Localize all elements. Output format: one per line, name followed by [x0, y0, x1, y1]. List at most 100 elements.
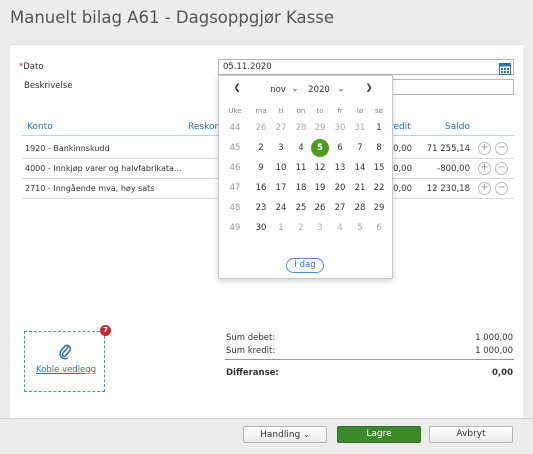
- calendar-day[interactable]: 6: [370, 223, 388, 233]
- week-number: 46: [229, 163, 241, 173]
- difference-label: Differanse:: [226, 368, 279, 378]
- row-2-saldo: -800,00: [437, 164, 470, 174]
- week-number: 45: [229, 143, 241, 153]
- calendar-day[interactable]: 20: [331, 183, 349, 193]
- calendar-day[interactable]: 28: [292, 123, 310, 133]
- row-3-saldo: 12 230,18: [426, 184, 470, 194]
- cancel-button[interactable]: Avbryt: [429, 426, 513, 443]
- sum-kredit-value: 1 000,00: [475, 346, 513, 356]
- calendar-day[interactable]: 23: [252, 203, 270, 213]
- add-row-icon[interactable]: +: [478, 162, 491, 175]
- calendar-day[interactable]: 3: [311, 223, 329, 233]
- column-header-saldo[interactable]: Saldo: [445, 122, 470, 132]
- row-1-saldo: 71 255,14: [426, 144, 470, 154]
- calendar-icon[interactable]: [499, 60, 511, 75]
- calendar-day[interactable]: 2: [292, 223, 310, 233]
- week-number: 47: [229, 183, 241, 193]
- weekday-header: sø: [375, 107, 383, 115]
- week-number: 48: [229, 203, 241, 213]
- action-dropdown-button[interactable]: Handling ⌄: [243, 426, 327, 443]
- calendar-day[interactable]: 22: [370, 183, 388, 193]
- column-header-reskontro[interactable]: Reskon: [188, 122, 220, 132]
- row-2-konto[interactable]: 4000 - Innkjøp varer og halvfabrikata...: [25, 164, 182, 173]
- calendar-day[interactable]: 15: [370, 163, 388, 173]
- sum-kredit-label: Sum kredit:: [226, 346, 276, 356]
- calendar-day[interactable]: 2: [252, 143, 270, 153]
- sum-debet-value: 1 000,00: [475, 333, 513, 343]
- remove-row-icon[interactable]: −: [495, 142, 508, 155]
- calendar-day[interactable]: 10: [272, 163, 290, 173]
- today-button[interactable]: I dag: [286, 258, 324, 273]
- calendar-day[interactable]: 26: [252, 123, 270, 133]
- calendar-day[interactable]: 19: [311, 183, 329, 193]
- calendar-day[interactable]: 4: [292, 143, 310, 153]
- calendar-day[interactable]: 1: [370, 123, 388, 133]
- summary-divider: [225, 359, 514, 360]
- month-select[interactable]: nov: [267, 85, 289, 95]
- calendar-day[interactable]: 26: [311, 203, 329, 213]
- calendar-day[interactable]: 1: [272, 223, 290, 233]
- next-month-icon[interactable]: ❯: [363, 83, 375, 93]
- calendar-day[interactable]: 8: [370, 143, 388, 153]
- year-select[interactable]: 2020: [305, 85, 333, 95]
- week-number: 44: [229, 123, 241, 133]
- calendar-day[interactable]: 28: [351, 203, 369, 213]
- calendar-day[interactable]: 30: [252, 223, 270, 233]
- attach-link[interactable]: Koble vedlegg: [36, 365, 96, 375]
- paperclip-icon: [58, 342, 72, 364]
- weekday-header: ti: [278, 107, 284, 115]
- weekday-header: ma: [255, 107, 267, 115]
- prev-month-icon[interactable]: ❮: [231, 83, 243, 93]
- calendar-day[interactable]: 9: [252, 163, 270, 173]
- selected-day[interactable]: 5: [311, 139, 329, 157]
- page-title: Manuelt bilag A61 - Dagsoppgjør Kasse: [10, 8, 335, 27]
- sum-debet-label: Sum debet:: [226, 333, 276, 343]
- calendar-day[interactable]: 4: [331, 223, 349, 233]
- calendar-day[interactable]: 27: [272, 123, 290, 133]
- weekday-header: lø: [356, 107, 364, 115]
- chevron-down-icon[interactable]: ⌄: [290, 84, 300, 93]
- calendar-day[interactable]: 3: [272, 143, 290, 153]
- add-row-icon[interactable]: +: [478, 182, 491, 195]
- calendar-day[interactable]: 5: [351, 223, 369, 233]
- weekday-header: fr: [337, 107, 343, 115]
- calendar-day[interactable]: 31: [351, 123, 369, 133]
- chevron-down-icon: ⌄: [303, 430, 310, 439]
- calendar-day[interactable]: 7: [351, 143, 369, 153]
- calendar-day[interactable]: 27: [331, 203, 349, 213]
- attachment-dropzone[interactable]: Koble vedlegg: [24, 331, 105, 392]
- calendar-day[interactable]: 12: [311, 163, 329, 173]
- row-1-konto[interactable]: 1920 - Bankinnskudd: [25, 144, 110, 153]
- attachment-count-badge: 7: [100, 325, 111, 336]
- week-number: 49: [229, 223, 241, 233]
- date-picker-popup: ❮ nov ⌄ 2020 ⌄ ❯ Uke ma ti on to fr lø sø 44 26 27…: [218, 75, 393, 279]
- remove-row-icon[interactable]: −: [495, 162, 508, 175]
- row-3-konto[interactable]: 2710 - Inngående mva, høy sats: [25, 184, 154, 193]
- calendar-day[interactable]: 17: [272, 183, 290, 193]
- remove-row-icon[interactable]: −: [495, 182, 508, 195]
- date-label: *Dato: [19, 62, 44, 72]
- weekday-header: to: [316, 107, 324, 115]
- calendar-day[interactable]: 21: [351, 183, 369, 193]
- chevron-down-icon[interactable]: ⌄: [336, 84, 346, 93]
- calendar-day[interactable]: 6: [331, 143, 349, 153]
- column-header-kredit[interactable]: redit: [390, 122, 411, 132]
- calendar-day[interactable]: 16: [252, 183, 270, 193]
- description-label: Beskrivelse: [24, 81, 73, 91]
- calendar-day[interactable]: 30: [331, 123, 349, 133]
- calendar-day[interactable]: 13: [331, 163, 349, 173]
- calendar-day[interactable]: 14: [351, 163, 369, 173]
- calendar-day[interactable]: 29: [311, 123, 329, 133]
- add-row-icon[interactable]: +: [478, 142, 491, 155]
- week-header: Uke: [228, 107, 242, 115]
- calendar-day[interactable]: 11: [292, 163, 310, 173]
- date-field[interactable]: 05.11.2020: [218, 59, 514, 75]
- column-header-konto[interactable]: Konto: [27, 122, 53, 132]
- save-button[interactable]: Lagre: [337, 426, 421, 443]
- calendar-day[interactable]: 29: [370, 203, 388, 213]
- calendar-day[interactable]: 18: [292, 183, 310, 193]
- calendar-day[interactable]: 25: [292, 203, 310, 213]
- date-value: 05.11.2020: [223, 62, 272, 72]
- calendar-day[interactable]: 24: [272, 203, 290, 213]
- difference-value: 0,00: [492, 368, 513, 378]
